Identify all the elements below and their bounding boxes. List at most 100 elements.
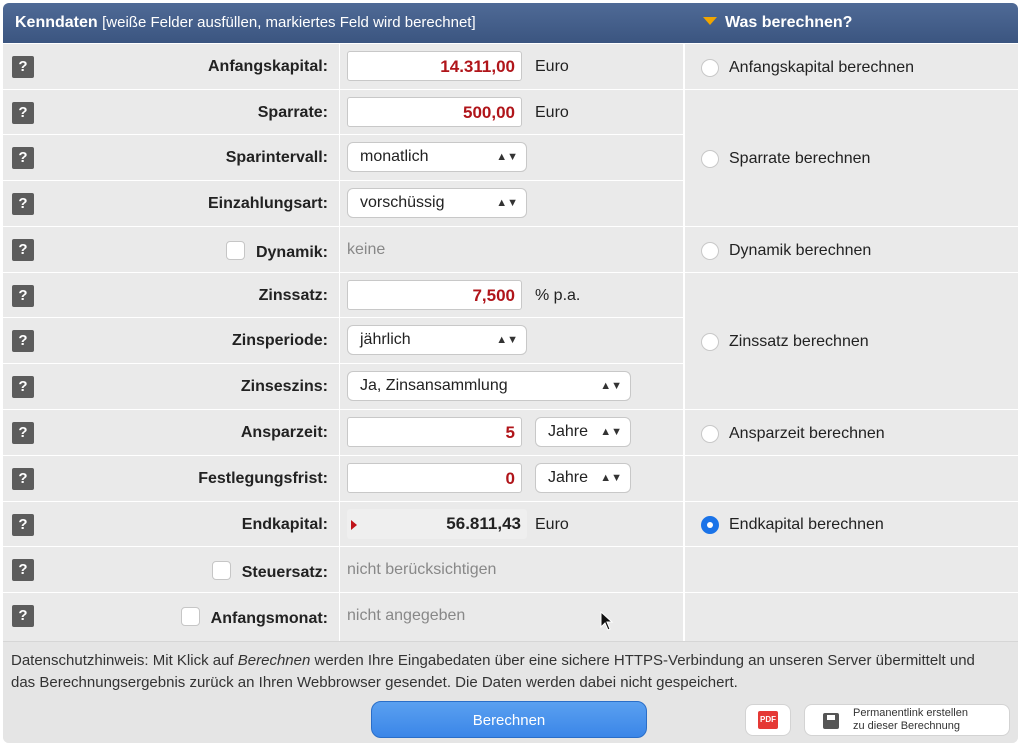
row-ansparzeit: ? Ansparzeit: 5 Jahre ▲▼ (3, 409, 683, 455)
radio-anfangskapital[interactable] (701, 59, 719, 77)
help-icon[interactable]: ? (12, 514, 34, 536)
permalink-label: Permanentlink erstellen zu dieser Berechn… (853, 707, 968, 732)
label-zinsperiode: Zinsperiode: (231, 332, 328, 349)
zinseszins-select[interactable]: Ja, Zinsansammlung ▲▼ (347, 371, 631, 401)
select-arrows-icon: ▲▼ (496, 151, 518, 163)
option-empty (685, 546, 1018, 593)
permalink-button[interactable]: Permanentlink erstellen zu dieser Berechn… (804, 704, 1010, 736)
help-icon[interactable]: ? (12, 468, 34, 490)
select-arrows-icon: ▲▼ (600, 472, 622, 484)
row-zinseszins: ? Zinseszins: Ja, Zinsansammlung ▲▼ (3, 363, 683, 409)
footer: Datenschutzhinweis: Mit Klick auf Berech… (3, 641, 1018, 743)
help-icon[interactable]: ? (12, 102, 34, 124)
label-zinssatz: Zinssatz: (258, 287, 328, 304)
option-label: Endkapital berechnen (729, 516, 884, 533)
festlegungsfrist-unit-select[interactable]: Jahre ▲▼ (535, 463, 631, 493)
option-label: Zinssatz berechnen (729, 333, 869, 350)
steuersatz-checkbox[interactable] (211, 561, 231, 580)
dynamik-value: keine (347, 241, 386, 258)
help-icon[interactable]: ? (12, 147, 34, 169)
option-label: Sparrate berechnen (729, 150, 871, 167)
column-divider (339, 43, 340, 641)
label-einzahlungsart: Einzahlungsart: (207, 195, 328, 212)
label-sparintervall: Sparintervall: (225, 149, 328, 166)
row-steuersatz: ? Steuersatz: nicht berücksichtigen (3, 546, 683, 592)
help-icon[interactable]: ? (12, 559, 34, 581)
option-label: Dynamik berechnen (729, 242, 872, 259)
caret-down-icon (703, 17, 717, 25)
berechnen-button[interactable]: Berechnen (371, 701, 647, 738)
ansparzeit-input[interactable]: 5 (347, 417, 522, 447)
pdf-button[interactable]: PDF (745, 704, 791, 736)
help-icon[interactable]: ? (12, 422, 34, 444)
help-icon[interactable]: ? (12, 605, 34, 627)
zinsperiode-select[interactable]: jährlich ▲▼ (347, 325, 527, 355)
anfangsmonat-checkbox[interactable] (180, 607, 200, 626)
label-zinseszins: Zinseszins: (240, 378, 328, 395)
radio-zinssatz[interactable] (701, 333, 719, 351)
help-icon[interactable]: ? (12, 193, 34, 215)
row-zinsperiode: ? Zinsperiode: jährlich ▲▼ (3, 317, 683, 363)
help-icon[interactable]: ? (12, 376, 34, 398)
row-festlegungsfrist: ? Festlegungsfrist: 0 Jahre ▲▼ (3, 455, 683, 501)
radio-dynamik[interactable] (701, 242, 719, 260)
calculator-panel: Kenndaten [weiße Felder ausfüllen, marki… (3, 3, 1018, 743)
option-anfangskapital[interactable]: Anfangskapital berechnen (685, 43, 1018, 90)
option-label: Anfangskapital berechnen (729, 59, 915, 76)
section-title: Kenndaten [weiße Felder ausfüllen, marki… (15, 14, 476, 31)
option-empty (685, 592, 1018, 642)
steuersatz-value: nicht berücksichtigen (347, 561, 497, 578)
option-dynamik[interactable]: Dynamik berechnen (685, 226, 1018, 273)
dynamik-checkbox[interactable] (225, 241, 245, 260)
sparintervall-select[interactable]: monatlich ▲▼ (347, 142, 527, 172)
zinssatz-input[interactable]: 7,500 (347, 280, 522, 310)
header-bar: Kenndaten [weiße Felder ausfüllen, marki… (3, 3, 1018, 43)
row-anfangsmonat: ? Anfangsmonat: nicht angegeben (3, 592, 683, 638)
row-zinssatz: ? Zinssatz: 7,500 % p.a. (3, 272, 683, 318)
section-subtitle: [weiße Felder ausfüllen, markiertes Feld… (102, 14, 476, 31)
row-einzahlungsart: ? Einzahlungsart: vorschüssig ▲▼ (3, 180, 683, 226)
help-icon[interactable]: ? (12, 56, 34, 78)
row-dynamik: ? Dynamik: keine (3, 226, 683, 272)
label-anfangskapital: Anfangskapital: (207, 58, 328, 75)
pdf-icon: PDF (758, 711, 778, 729)
einzahlungsart-select[interactable]: vorschüssig ▲▼ (347, 188, 527, 218)
select-arrows-icon: ▲▼ (600, 380, 622, 392)
mouse-cursor-icon (600, 611, 614, 631)
ansparzeit-unit-select[interactable]: Jahre ▲▼ (535, 417, 631, 447)
unit-sparrate: Euro (535, 104, 569, 121)
save-disk-icon (823, 713, 839, 729)
anfangskapital-input[interactable]: 14.311,00 (347, 51, 522, 81)
help-icon[interactable]: ? (12, 330, 34, 352)
select-arrows-icon: ▲▼ (600, 426, 622, 438)
label-dynamik: Dynamik: (225, 241, 328, 262)
option-zinssatz[interactable]: Zinssatz berechnen (685, 272, 1018, 410)
anfangsmonat-value: nicht angegeben (347, 607, 466, 624)
option-sparrate[interactable]: Sparrate berechnen (685, 89, 1018, 227)
unit-zinssatz: % p.a. (535, 287, 581, 304)
label-festlegungsfrist: Festlegungsfrist: (198, 470, 328, 487)
help-icon[interactable]: ? (12, 285, 34, 307)
calc-choice-title: Was berechnen? (703, 14, 852, 32)
calculated-marker-icon (351, 520, 357, 530)
sparrate-input[interactable]: 500,00 (347, 97, 522, 127)
radio-endkapital[interactable] (701, 516, 719, 534)
label-anfangsmonat: Anfangsmonat: (180, 607, 328, 628)
label-ansparzeit: Ansparzeit: (240, 424, 328, 441)
row-sparrate: ? Sparrate: 500,00 Euro (3, 89, 683, 135)
row-endkapital: ? Endkapital: 56.811,43 Euro (3, 501, 683, 547)
option-ansparzeit[interactable]: Ansparzeit berechnen (685, 409, 1018, 456)
radio-sparrate[interactable] (701, 150, 719, 168)
label-sparrate: Sparrate: (257, 104, 328, 121)
help-icon[interactable]: ? (12, 239, 34, 261)
label-endkapital: Endkapital: (241, 516, 328, 533)
unit-endkapital: Euro (535, 516, 569, 533)
option-endkapital[interactable]: Endkapital berechnen (685, 501, 1018, 547)
privacy-notice: Datenschutzhinweis: Mit Klick auf Berech… (11, 652, 975, 691)
option-label: Ansparzeit berechnen (729, 425, 885, 442)
radio-ansparzeit[interactable] (701, 425, 719, 443)
select-arrows-icon: ▲▼ (496, 197, 518, 209)
option-empty (685, 455, 1018, 502)
festlegungsfrist-input[interactable]: 0 (347, 463, 522, 493)
row-anfangskapital: ? Anfangskapital: 14.311,00 Euro (3, 43, 683, 89)
